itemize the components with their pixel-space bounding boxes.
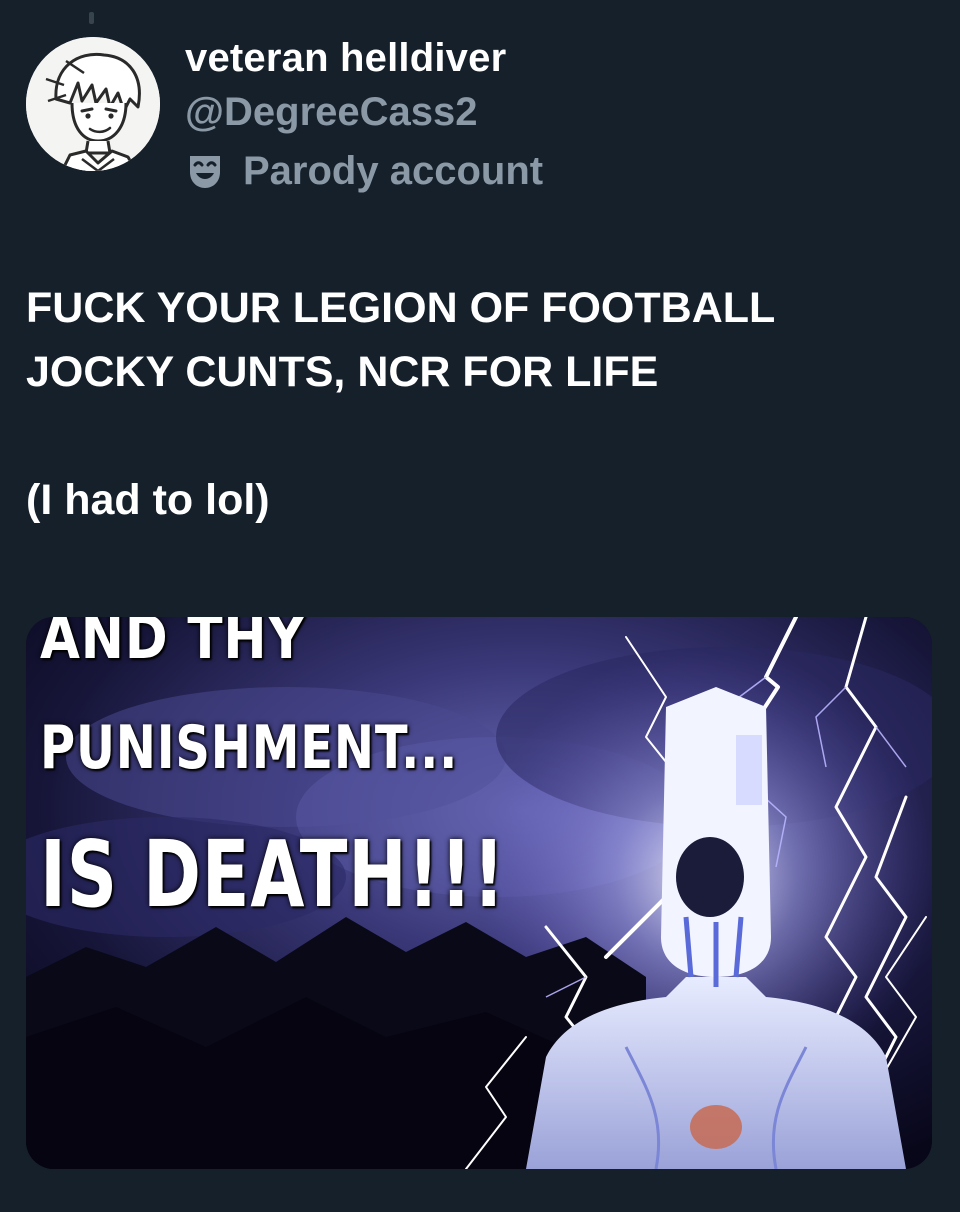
tweet-text-line: FUCK YOUR LEGION OF FOOTBALL xyxy=(26,284,776,332)
meme-caption-line: IS DEATH!!! xyxy=(40,821,506,928)
meme-caption-line: AND THY xyxy=(40,617,306,673)
tweet-text-line: (I had to lol) xyxy=(26,476,270,524)
tweet-text-spacer xyxy=(26,404,926,468)
avatar-cartoon-face-icon xyxy=(26,37,160,171)
meme-caption-line: PUNISHMENT... xyxy=(40,713,459,783)
theater-mask-icon xyxy=(190,156,220,188)
parody-account-label: Parody account xyxy=(185,146,543,196)
parody-account-text: Parody account xyxy=(243,148,544,193)
author-handle[interactable]: @DegreeCass2 xyxy=(185,90,478,135)
tweet-media-image[interactable]: AND THY PUNISHMENT... IS DEATH!!! xyxy=(26,617,932,1169)
tweet: veteran helldiver @DegreeCass2 Parody ac… xyxy=(0,0,960,1212)
author-display-name[interactable]: veteran helldiver xyxy=(185,36,506,81)
avatar[interactable] xyxy=(26,37,160,171)
tweet-text: FUCK YOUR LEGION OF FOOTBALL JOCKY CUNTS… xyxy=(26,276,926,532)
tweet-text-line: JOCKY CUNTS, NCR FOR LIFE xyxy=(26,348,659,396)
